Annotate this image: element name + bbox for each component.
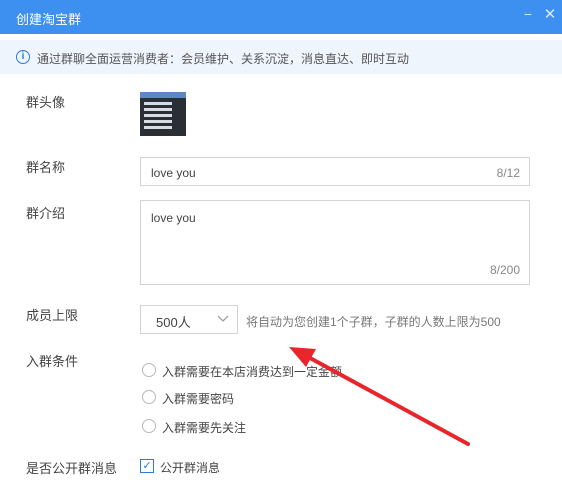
annotation-arrow — [289, 347, 470, 446]
red-arrow-icon — [289, 347, 470, 446]
